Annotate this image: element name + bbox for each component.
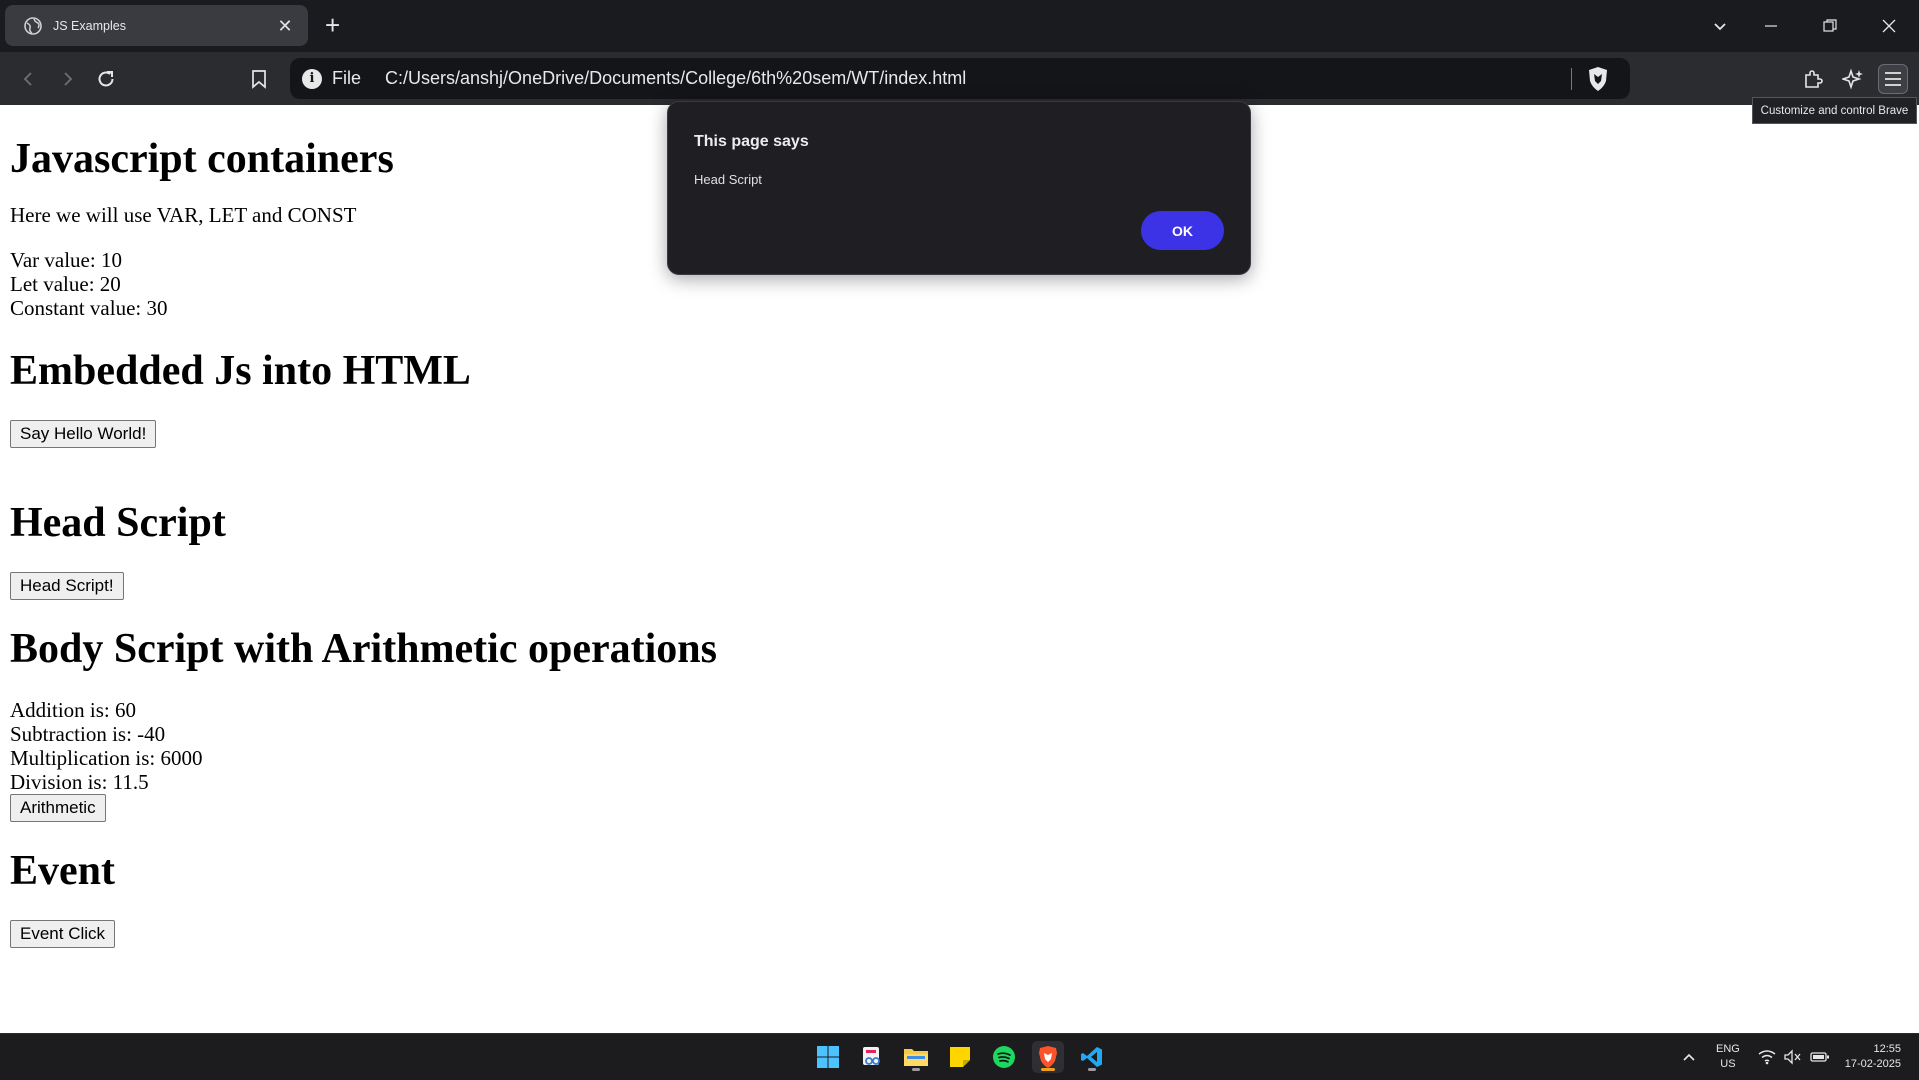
addition-result: Addition is: 60 bbox=[10, 698, 137, 722]
language-code: ENG bbox=[1716, 1043, 1740, 1055]
say-hello-button[interactable]: Say Hello World! bbox=[10, 420, 157, 448]
new-tab-button[interactable]: + bbox=[325, 11, 340, 39]
omnibox-divider bbox=[1571, 67, 1572, 90]
quick-settings[interactable] bbox=[1758, 1034, 1830, 1080]
heading-body-script: Body Script with Arithmetic operations bbox=[10, 626, 717, 672]
subtraction-result: Subtraction is: -40 bbox=[10, 722, 166, 746]
running-indicator bbox=[912, 1068, 920, 1071]
address-bar[interactable]: i File C:/Users/anshj/OneDrive/Documents… bbox=[290, 58, 1630, 99]
vscode-icon[interactable] bbox=[1076, 1041, 1108, 1073]
reload-icon[interactable] bbox=[93, 66, 119, 92]
clock-date: 17-02-2025 bbox=[1844, 1058, 1901, 1070]
dialog-ok-button[interactable]: OK bbox=[1141, 211, 1224, 250]
minimize-icon[interactable] bbox=[1741, 0, 1801, 52]
windows-taskbar: ENG US 12:55 17-02-2025 bbox=[0, 1033, 1919, 1080]
restore-icon[interactable] bbox=[1800, 0, 1860, 52]
volume-muted-icon bbox=[1784, 1049, 1801, 1065]
multiplication-result: Multiplication is: 6000 bbox=[10, 746, 203, 770]
head-script-button[interactable]: Head Script! bbox=[10, 572, 124, 600]
running-indicator bbox=[1088, 1068, 1096, 1071]
active-indicator bbox=[1041, 1068, 1055, 1071]
scheme-label: File bbox=[332, 68, 362, 88]
arithmetic-button[interactable]: Arithmetic bbox=[10, 794, 106, 822]
file-explorer-icon[interactable] bbox=[900, 1041, 932, 1073]
battery-icon bbox=[1810, 1052, 1829, 1062]
heading-event: Event bbox=[10, 848, 115, 894]
browser-tab[interactable]: JS Examples ✕ bbox=[5, 5, 308, 46]
keyboard-region: US bbox=[1720, 1058, 1736, 1070]
extensions-puzzle-icon[interactable] bbox=[1798, 64, 1828, 94]
main-menu-icon[interactable] bbox=[1878, 64, 1908, 94]
forward-icon[interactable] bbox=[54, 66, 80, 92]
clock[interactable]: 12:55 17-02-2025 bbox=[1833, 1034, 1901, 1080]
start-windows-icon[interactable] bbox=[812, 1041, 844, 1073]
snipping-tool-icon[interactable] bbox=[856, 1041, 888, 1073]
sticky-notes-icon[interactable] bbox=[944, 1041, 976, 1073]
bookmark-icon[interactable] bbox=[246, 66, 272, 92]
clock-time: 12:55 bbox=[1873, 1043, 1901, 1055]
url-text[interactable]: C:/Users/anshj/OneDrive/Documents/Colleg… bbox=[385, 68, 1571, 89]
let-value: Let value: 20 bbox=[10, 272, 121, 296]
back-icon[interactable] bbox=[16, 66, 42, 92]
dialog-title: This page says bbox=[694, 133, 809, 150]
brave-browser-icon[interactable] bbox=[1032, 1041, 1064, 1073]
globe-icon bbox=[24, 16, 42, 35]
heading-embedded: Embedded Js into HTML bbox=[10, 348, 471, 394]
const-value: Constant value: 30 bbox=[10, 296, 168, 320]
site-info-icon[interactable]: i bbox=[302, 68, 322, 89]
tray-overflow-chevron-icon[interactable] bbox=[1682, 1034, 1696, 1080]
division-result: Division is: 11.5 bbox=[10, 770, 149, 794]
wifi-icon bbox=[1758, 1050, 1776, 1065]
alert-dialog: This page says Head Script OK bbox=[667, 101, 1251, 275]
tab-close-icon[interactable]: ✕ bbox=[274, 17, 296, 35]
heading-head-script: Head Script bbox=[10, 500, 226, 546]
dialog-message: Head Script bbox=[694, 172, 762, 187]
spotify-icon[interactable] bbox=[988, 1041, 1020, 1073]
tab-strip: JS Examples ✕ + bbox=[0, 0, 1919, 52]
browser-toolbar: i File C:/Users/anshj/OneDrive/Documents… bbox=[0, 52, 1919, 105]
close-window-icon[interactable] bbox=[1859, 0, 1919, 52]
leo-ai-sparkle-icon[interactable] bbox=[1838, 64, 1868, 94]
event-click-button[interactable]: Event Click bbox=[10, 920, 116, 948]
tab-title: JS Examples bbox=[53, 18, 126, 33]
language-indicator[interactable]: ENG US bbox=[1716, 1034, 1740, 1080]
brave-shields-icon[interactable] bbox=[1586, 66, 1610, 92]
